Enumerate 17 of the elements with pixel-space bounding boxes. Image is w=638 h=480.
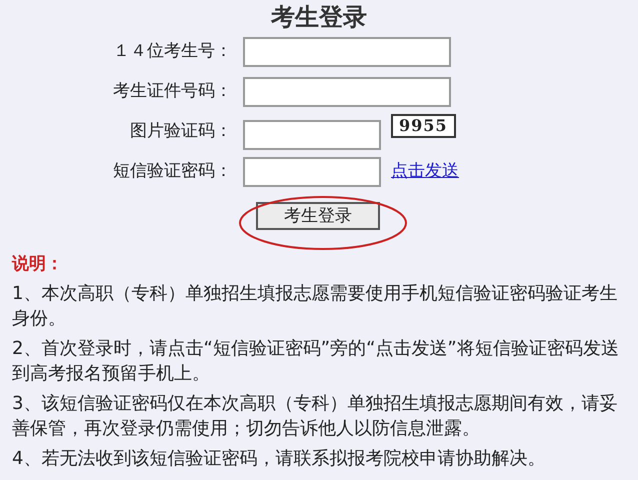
field-label: 图片验证码： [130, 120, 232, 144]
input-field[interactable] [243, 120, 381, 150]
field-label: 短信验证密码： [113, 160, 232, 184]
field-label: 考生证件号码： [113, 80, 232, 104]
captcha-image: 9955 [391, 114, 456, 138]
input-field[interactable] [243, 77, 451, 107]
input-field[interactable] [243, 157, 381, 187]
field-label: １４位考生号： [113, 40, 232, 64]
send-link[interactable]: 点击发送 [391, 159, 459, 185]
notes-heading: 说明： [12, 253, 64, 276]
note-paragraph: 1、本次高职（专科）单独招生填报志愿需要使用手机短信验证密码验证考生身份。 [12, 282, 618, 331]
note-paragraph: 4、若无法收到该短信验证密码，请联系拟报考院校申请协助解决。 [12, 447, 546, 471]
note-paragraph: 2、首次登录时，请点击“短信验证密码”旁的“点击发送”将短信验证密码发送到高考报名预留手机上。 [12, 337, 620, 386]
note-paragraph: 3、该短信验证密码仅在本次高职（专科）单独招生填报志愿期间有效，请妥善保管，再次登录仍需使用；切勿告诉他人以防信息泄露。 [12, 392, 618, 441]
login-button[interactable]: 考生登录 [256, 202, 380, 230]
page-title: 考生登录 [271, 2, 367, 32]
input-field[interactable] [243, 37, 451, 67]
